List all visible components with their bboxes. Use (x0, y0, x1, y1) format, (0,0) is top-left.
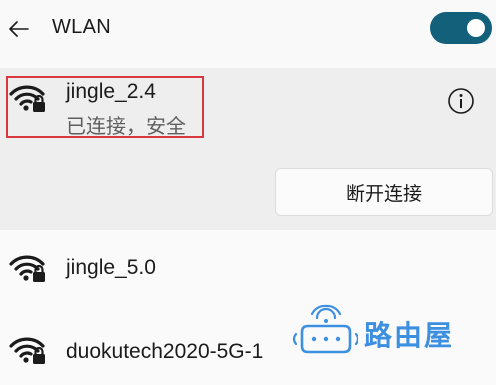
connected-network-panel[interactable]: jingle_2.4 已连接，安全 断开连接 (0, 68, 496, 230)
wlan-toggle[interactable] (430, 12, 492, 44)
connected-network-name: jingle_2.4 (66, 80, 156, 103)
back-button[interactable] (4, 12, 34, 46)
connected-network-status: 已连接，安全 (66, 116, 186, 138)
back-arrow-icon (9, 21, 29, 37)
wifi-secured-icon (9, 337, 45, 364)
wifi-secured-icon (9, 85, 45, 112)
disconnect-button[interactable]: 断开连接 (275, 168, 493, 216)
toggle-knob (467, 19, 485, 37)
wifi-secured-icon (9, 255, 45, 282)
watermark-text: 路由屋 (364, 320, 455, 351)
info-icon[interactable] (446, 86, 476, 116)
watermark-logo: 路由屋 (292, 302, 472, 362)
network-name: duokutech2020-5G-1 (66, 340, 264, 363)
page-title: WLAN (52, 16, 111, 38)
network-list-item[interactable]: jingle_5.0 (0, 236, 496, 296)
network-name: jingle_5.0 (66, 256, 156, 279)
router-logo-icon (292, 304, 358, 354)
header-bar: WLAN (0, 0, 496, 64)
